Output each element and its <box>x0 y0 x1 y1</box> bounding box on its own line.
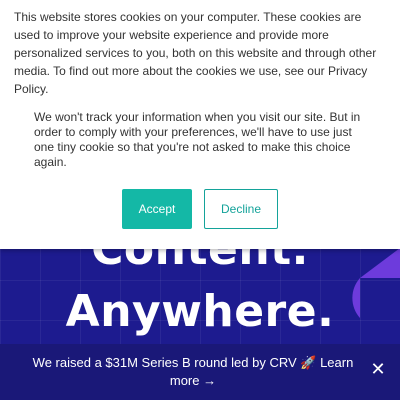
accept-button[interactable]: Accept <box>122 189 192 229</box>
cookie-tracking-text: We won't track your information when you… <box>34 110 361 169</box>
announcement-message: We raised a $31M Series B round led by C… <box>28 354 358 390</box>
cookie-notice-text: This website stores cookies on your comp… <box>14 10 377 96</box>
deco-quarter-circle <box>352 278 360 318</box>
cookie-consent-banner: This website stores cookies on your comp… <box>0 0 400 249</box>
close-icon[interactable]: ✕ <box>370 360 386 378</box>
decline-button[interactable]: Decline <box>204 189 278 229</box>
decorative-shapes <box>352 248 400 318</box>
announcement-bar: We raised a $31M Series B round led by C… <box>0 344 400 400</box>
deco-triangle <box>360 248 400 278</box>
announcement-text: We raised a $31M Series B round led by C… <box>32 355 321 370</box>
